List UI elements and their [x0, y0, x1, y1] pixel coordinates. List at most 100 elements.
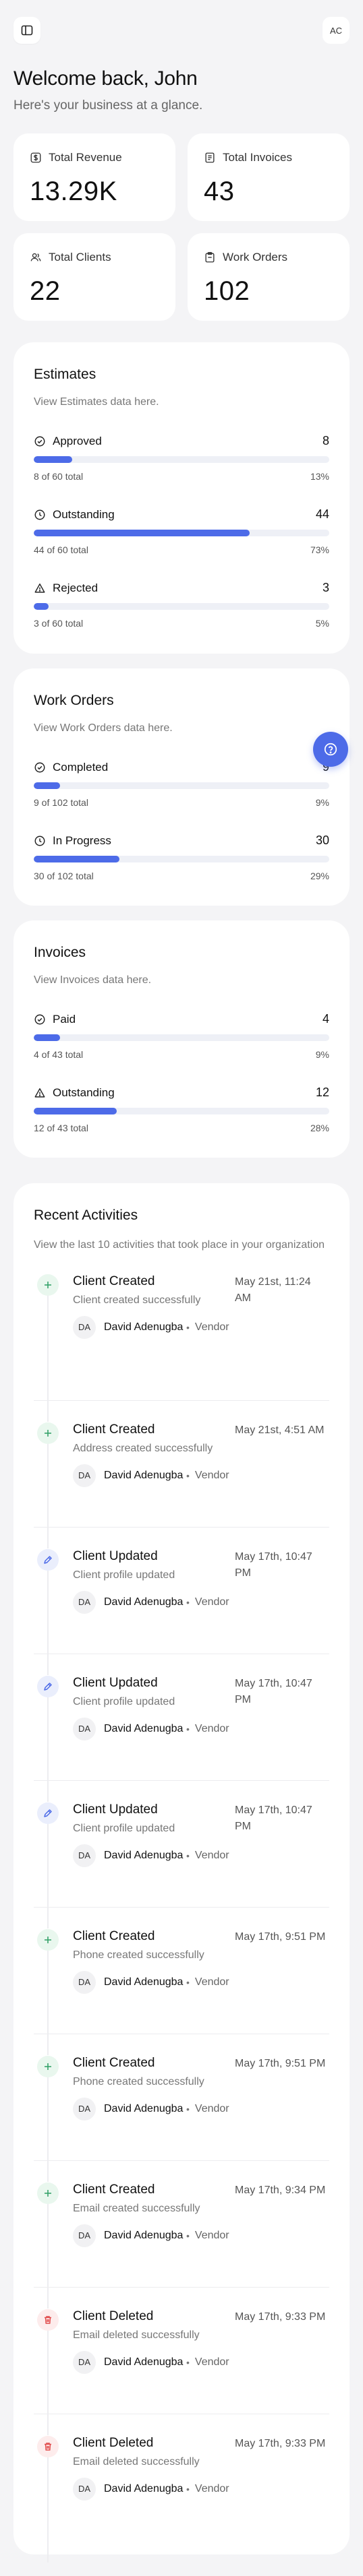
- metric-label: Approved: [53, 434, 102, 447]
- user-role: Vendor: [194, 1976, 229, 1988]
- user-avatar-button[interactable]: AC: [323, 17, 350, 44]
- activity-description: Client profile updated: [73, 1695, 175, 1707]
- activity-item: Client Updated Client profile updated Ma…: [34, 1528, 329, 1675]
- stat-value: 43: [204, 177, 235, 206]
- stat-card-total-clients[interactable]: Total Clients 22: [13, 233, 175, 321]
- card-title: Recent Activities: [34, 1207, 138, 1223]
- card-subtitle: View Work Orders data here.: [34, 722, 173, 734]
- activity-description: Address created successfully: [73, 1442, 213, 1454]
- progress-fill: [34, 456, 72, 463]
- activity-user: DA David Adenugba • Vendor: [73, 1844, 329, 1867]
- check-circle-icon: [34, 762, 45, 772]
- warning-icon: [34, 1088, 45, 1098]
- help-icon: [324, 743, 337, 756]
- metric-percent: 9%: [315, 1049, 329, 1060]
- metric-label: Rejected: [53, 581, 99, 594]
- stat-label: Total Clients: [49, 251, 111, 263]
- user-role: Vendor: [194, 1469, 229, 1481]
- plus-icon: [37, 1274, 59, 1296]
- progress-bar: [34, 856, 329, 862]
- metric-outstanding: Outstanding 44 44 of 60 total 73%: [34, 507, 329, 555]
- activity-title: Client Created: [73, 1928, 155, 1943]
- activity-user: DA David Adenugba • Vendor: [73, 2477, 329, 2501]
- welcome-subtitle: Here's your business at a glance.: [13, 98, 203, 113]
- user-role: Vendor: [194, 1321, 229, 1333]
- user-name: David Adenugba: [104, 2103, 184, 2114]
- metric-label: In Progress: [53, 834, 111, 847]
- metric-completed: Completed 9 9 of 102 total 9%: [34, 760, 329, 808]
- progress-fill: [34, 1108, 117, 1114]
- metric-percent: 28%: [310, 1123, 329, 1133]
- activity-user: DA David Adenugba • Vendor: [73, 1464, 329, 1487]
- edit-icon: [37, 1675, 59, 1697]
- clock-icon: [34, 836, 45, 846]
- trash-icon: [37, 2435, 59, 2457]
- activity-time: May 17th, 10:47 PM: [235, 1677, 312, 1705]
- user-name: David Adenugba: [104, 2356, 184, 2368]
- user-role: Vendor: [194, 1722, 229, 1734]
- user-role: Vendor: [194, 2356, 229, 2368]
- help-button[interactable]: [313, 732, 348, 767]
- stat-card-work-orders[interactable]: Work Orders 102: [188, 233, 350, 321]
- user-role: Vendor: [194, 1849, 229, 1861]
- separator-dot: •: [186, 2230, 190, 2241]
- card-title: Work Orders: [34, 693, 114, 708]
- activity-time: May 17th, 9:33 PM: [235, 2311, 326, 2323]
- card-subtitle: View Invoices data here.: [34, 974, 152, 986]
- sidebar-toggle-button[interactable]: [13, 17, 40, 44]
- metric-in-progress: In Progress 30 30 of 102 total 29%: [34, 834, 329, 881]
- activity-title: Client Deleted: [73, 2435, 154, 2450]
- activity-item: Client Deleted Email deleted successfull…: [34, 2288, 329, 2435]
- stat-value: 13.29K: [30, 177, 117, 206]
- activity-item: Client Updated Client profile updated Ma…: [34, 1654, 329, 1802]
- metric-paid: Paid 4 4 of 43 total 9%: [34, 1012, 329, 1060]
- avatar: DA: [73, 1315, 96, 1339]
- activity-user: DA David Adenugba • Vendor: [73, 1717, 329, 1740]
- activity-title: Client Updated: [73, 1548, 158, 1563]
- user-name: David Adenugba: [104, 1723, 184, 1734]
- separator-dot: •: [186, 1470, 190, 1481]
- user-name: David Adenugba: [104, 1470, 184, 1481]
- activity-user: DA David Adenugba • Vendor: [73, 1590, 329, 1614]
- activity-title: Client Created: [73, 1274, 155, 1288]
- activity-description: Email deleted successfully: [73, 2455, 200, 2468]
- metric-percent: 9%: [315, 797, 329, 808]
- avatar: DA: [73, 1844, 96, 1867]
- progress-fill: [34, 530, 250, 536]
- metric-value: 4: [322, 1012, 329, 1026]
- metric-value: 12: [315, 1086, 329, 1099]
- activity-time: May 17th, 9:51 PM: [235, 2057, 326, 2069]
- activity-time: May 21st, 11:24 AM: [235, 1276, 311, 1304]
- metric-approved: Approved 8 8 of 60 total 13%: [34, 434, 329, 482]
- separator-dot: •: [186, 1850, 190, 1861]
- user-role: Vendor: [194, 2229, 229, 2241]
- activity-user: DA David Adenugba • Vendor: [73, 1315, 329, 1339]
- activity-time: May 17th, 10:47 PM: [235, 1804, 312, 1832]
- activity-item: Client Updated Client profile updated Ma…: [34, 1781, 329, 1928]
- metric-value: 8: [322, 434, 329, 447]
- avatar: DA: [73, 2224, 96, 2247]
- activity-time: May 17th, 10:47 PM: [235, 1550, 312, 1579]
- metric-label: Paid: [53, 1012, 76, 1026]
- plus-icon: [37, 1928, 59, 1951]
- stat-card-total-revenue[interactable]: Total Revenue 13.29K: [13, 133, 175, 221]
- plus-icon: [37, 1422, 59, 1444]
- user-role: Vendor: [194, 1596, 229, 1608]
- progress-bar: [34, 456, 329, 463]
- stat-label: Total Invoices: [223, 151, 292, 164]
- metric-value: 44: [315, 507, 329, 521]
- activity-time: May 21st, 4:51 AM: [235, 1424, 325, 1436]
- avatar: DA: [73, 2477, 96, 2501]
- clock-icon: [34, 509, 45, 520]
- metric-total: 30 of 102 total: [34, 871, 94, 881]
- recent-activities-card: Recent Activities View the last 10 activ…: [13, 1183, 350, 2563]
- user-name: David Adenugba: [104, 2483, 184, 2494]
- metric-total: 9 of 102 total: [34, 797, 88, 808]
- activity-description: Client profile updated: [73, 1569, 175, 1581]
- user-name: David Adenugba: [104, 1321, 184, 1333]
- card-subtitle: View Estimates data here.: [34, 396, 159, 408]
- stat-card-total-invoices[interactable]: Total Invoices 43: [188, 133, 350, 221]
- activity-user: DA David Adenugba • Vendor: [73, 2224, 329, 2247]
- activity-description: Email deleted successfully: [73, 2329, 200, 2341]
- metric-value: 30: [315, 834, 329, 847]
